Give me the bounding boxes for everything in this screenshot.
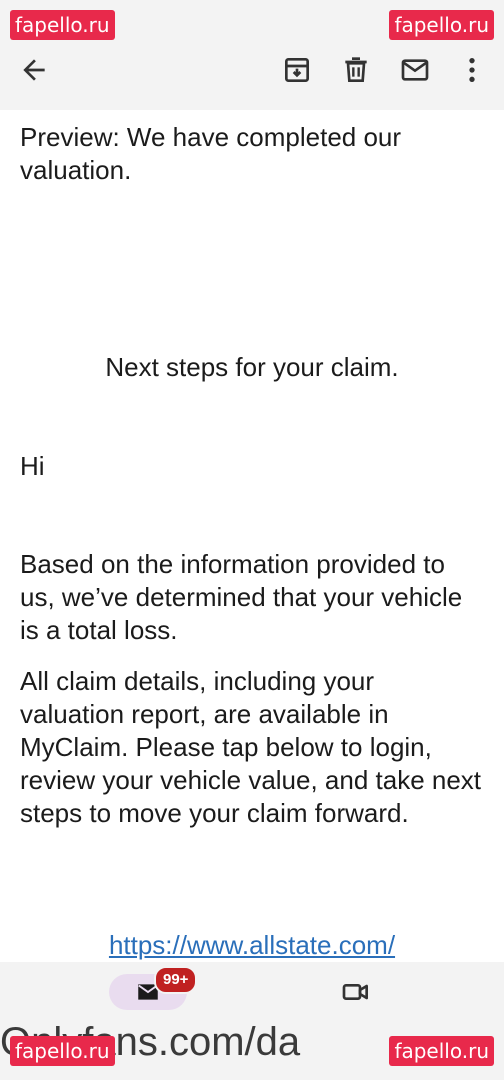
mark-unread-button[interactable] [399, 54, 431, 86]
back-arrow-icon [23, 59, 45, 81]
more-options-button[interactable] [456, 54, 488, 86]
email-paragraph-2: All claim details, including your valuat… [20, 666, 482, 828]
unread-count-badge: 99+ [154, 966, 198, 994]
link-row: https://www.allstate.com/ [20, 929, 484, 962]
email-heading: Next steps for your claim. [105, 352, 399, 382]
watermark-bottom-right: fapello.ru [389, 1036, 494, 1066]
mark-unread-icon [401, 59, 429, 81]
meet-tab[interactable] [340, 976, 372, 1008]
top-app-bar: fapello.ru fapello.ru [0, 0, 504, 110]
video-icon [342, 984, 368, 1000]
email-paragraph-1: Based on the information provided to us,… [20, 549, 463, 645]
watermark-top-left: fapello.ru [10, 10, 115, 40]
email-preview-text: Preview: We have completed our valuation… [20, 122, 402, 185]
archive-button[interactable] [281, 54, 313, 86]
back-button[interactable] [18, 54, 50, 86]
redacted-name [55, 432, 195, 537]
archive-icon [285, 58, 309, 82]
watermark-top-right: fapello.ru [389, 10, 494, 40]
delete-icon [345, 57, 367, 82]
allstate-link[interactable]: https://www.allstate.com/ [109, 930, 395, 960]
watermark-bottom-left: fapello.ru [10, 1036, 115, 1066]
more-vert-icon [469, 58, 475, 82]
delete-button[interactable] [340, 54, 372, 86]
